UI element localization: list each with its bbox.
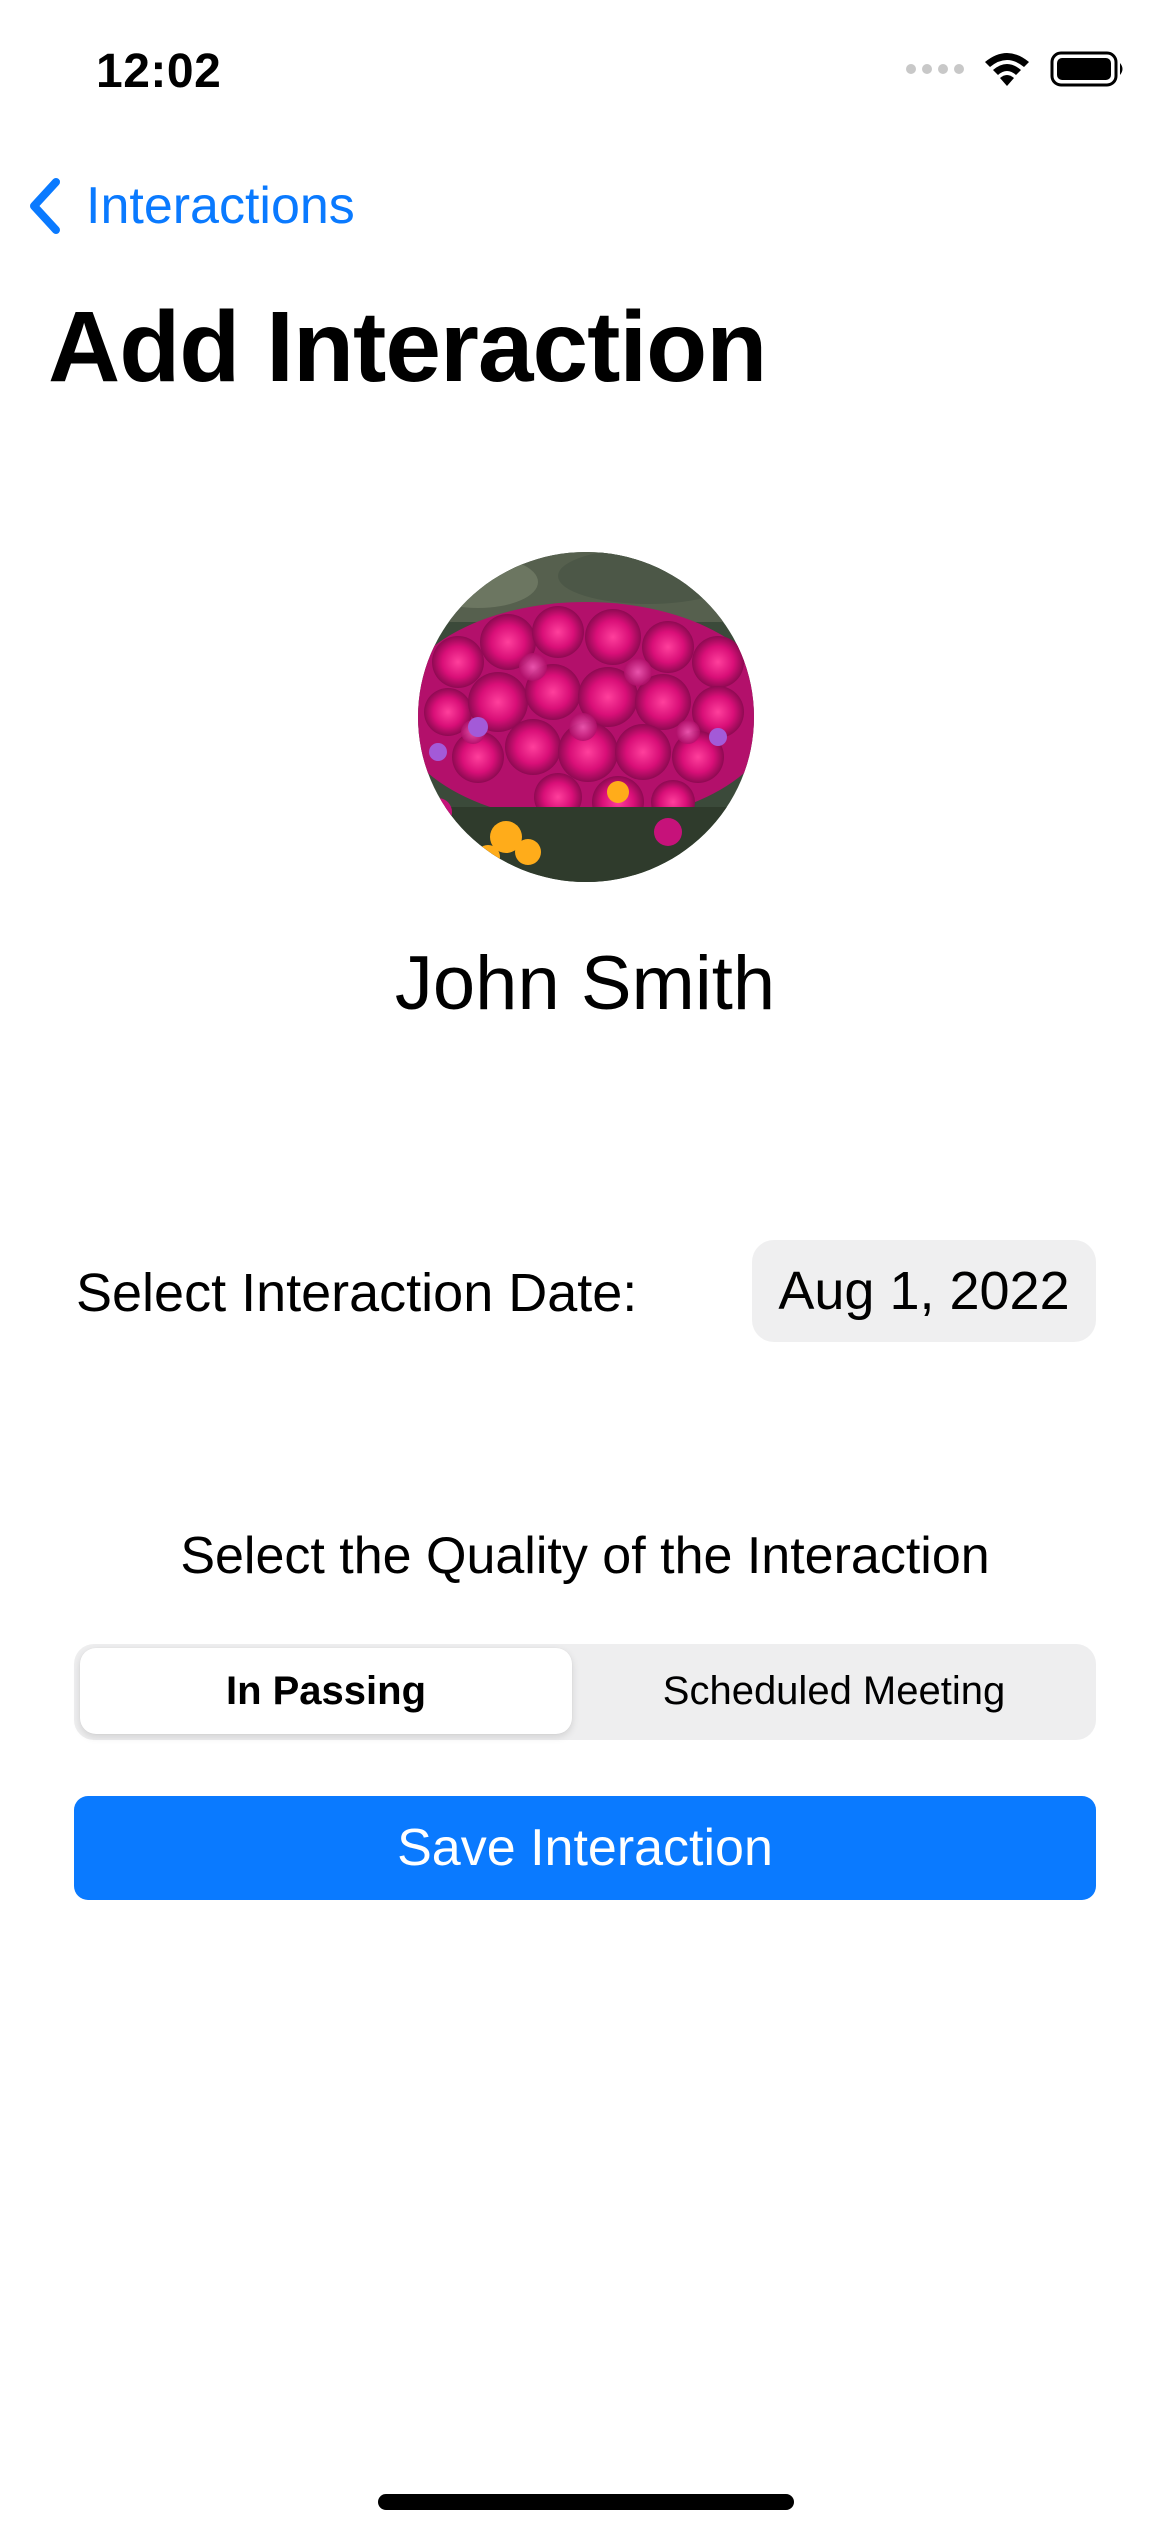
avatar [418,552,754,882]
contact-name: John Smith [394,941,776,1026]
cellular-signal-icon [906,64,964,74]
quality-label: Select the Quality of the Interaction [180,1527,990,1585]
status-time: 12:02 [96,45,222,98]
chevron-left-icon [30,178,60,234]
back-button-label: Interactions [86,177,355,235]
back-button[interactable]: Interactions [24,176,355,236]
save-interaction-button[interactable]: Save Interaction [74,1796,1096,1900]
battery-icon [1050,51,1123,87]
date-picker-button[interactable]: Aug 1, 2022 [752,1240,1096,1342]
segment-scheduled-meeting[interactable]: Scheduled Meeting [578,1648,1090,1734]
quality-segmented-control: In Passing Scheduled Meeting [74,1644,1096,1740]
segment-in-passing[interactable]: In Passing [80,1648,572,1734]
wifi-icon [985,53,1029,86]
avatar-photo [418,552,754,882]
status-icons [906,50,1126,88]
date-label: Select Interaction Date: [76,1263,638,1323]
page-title: Add Interaction [48,291,767,403]
home-indicator [378,2494,794,2510]
